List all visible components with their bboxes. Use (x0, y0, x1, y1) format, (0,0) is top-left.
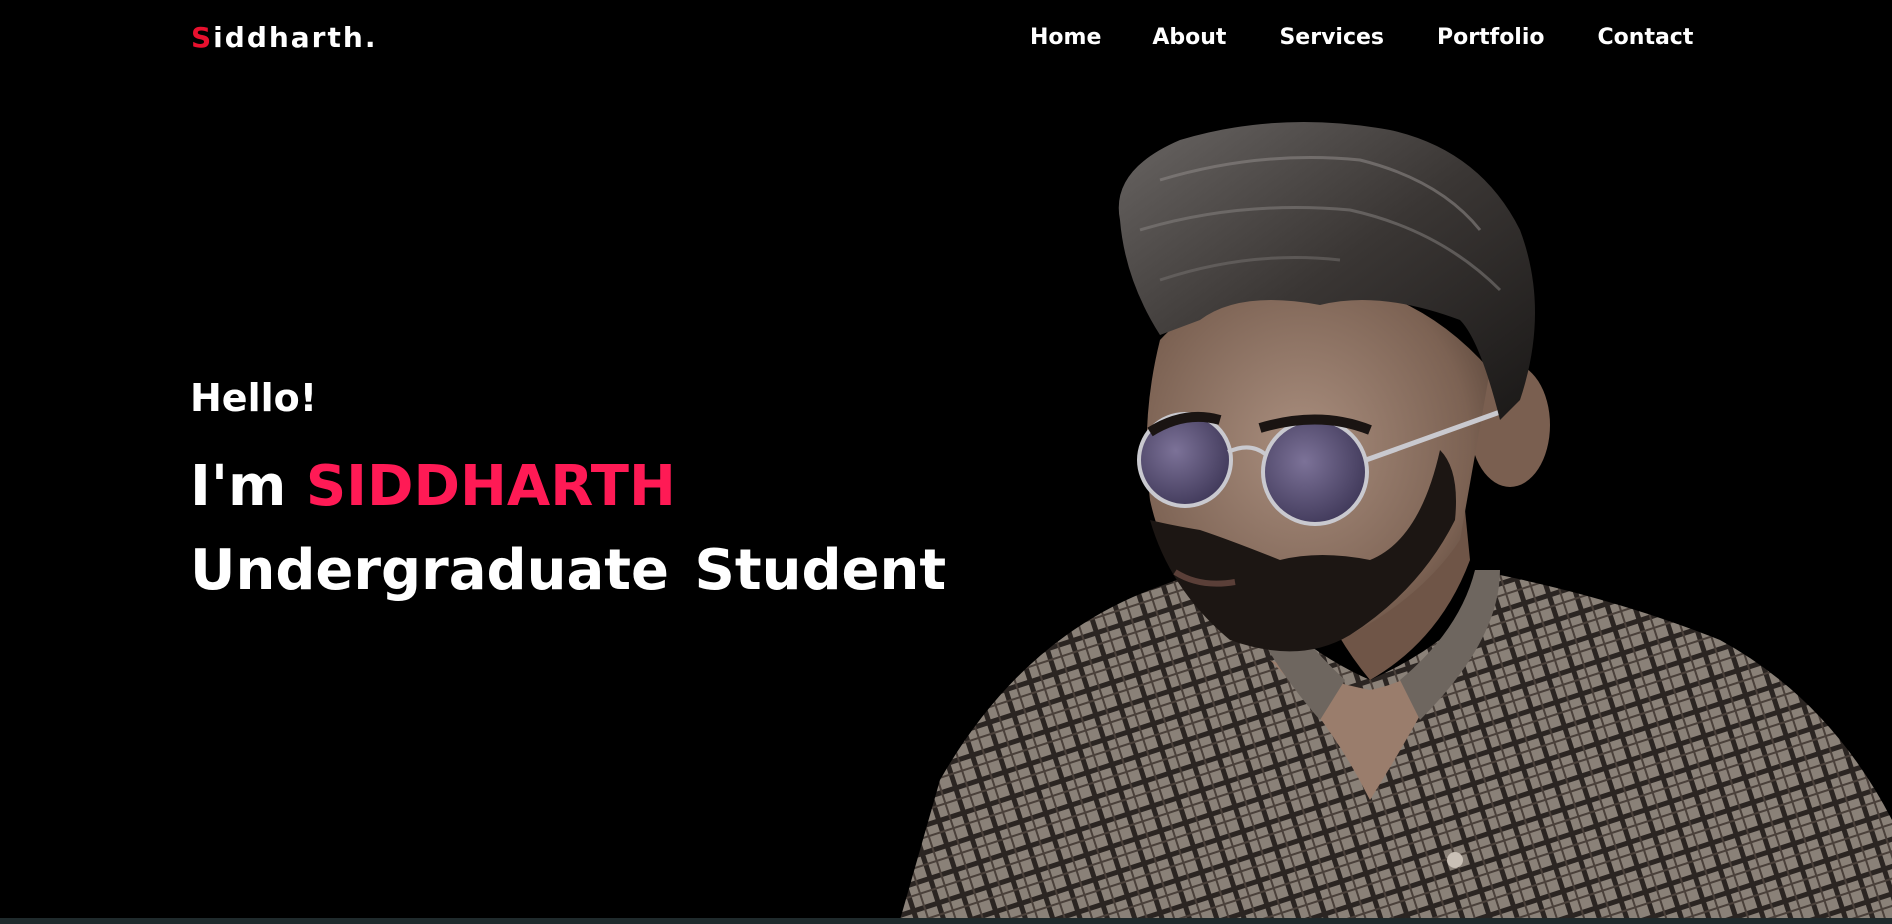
logo-text: iddharth (213, 21, 365, 54)
nav-item-services: Services (1279, 22, 1437, 54)
nav-link-home[interactable]: Home (1030, 22, 1101, 54)
navbar: Siddharth. Home About Services Portfolio… (0, 0, 1892, 76)
nav-item-about: About (1152, 22, 1279, 54)
nav-link-services[interactable]: Services (1279, 22, 1384, 54)
hero-name: SIDDHARTH (305, 454, 676, 519)
nav-link-contact[interactable]: Contact (1598, 22, 1694, 54)
nav-item-portfolio: Portfolio (1437, 22, 1598, 54)
nav-menu: Home About Services Portfolio Contact (1030, 22, 1693, 54)
logo-initial: S (191, 21, 214, 54)
page: Siddharth. Home About Services Portfolio… (0, 0, 1892, 924)
hero-section: Hello! I'm SIDDHARTH Undergraduate Stude… (190, 372, 946, 606)
hero-intro: I'm SIDDHARTH (190, 452, 946, 522)
nav-link-portfolio[interactable]: Portfolio (1437, 22, 1545, 54)
hero-role: Undergraduate Student (190, 538, 947, 603)
nav-item-contact: Contact (1598, 22, 1694, 54)
site-logo[interactable]: Siddharth. (191, 20, 377, 56)
hero-greeting: Hello! (190, 376, 318, 420)
logo-dot: . (364, 21, 378, 54)
intro-prefix: I'm (190, 454, 287, 519)
nav-item-home: Home (1030, 22, 1152, 54)
page-bottom-border (0, 918, 1892, 924)
nav-link-about[interactable]: About (1152, 22, 1226, 54)
portrait-image (900, 122, 1892, 920)
